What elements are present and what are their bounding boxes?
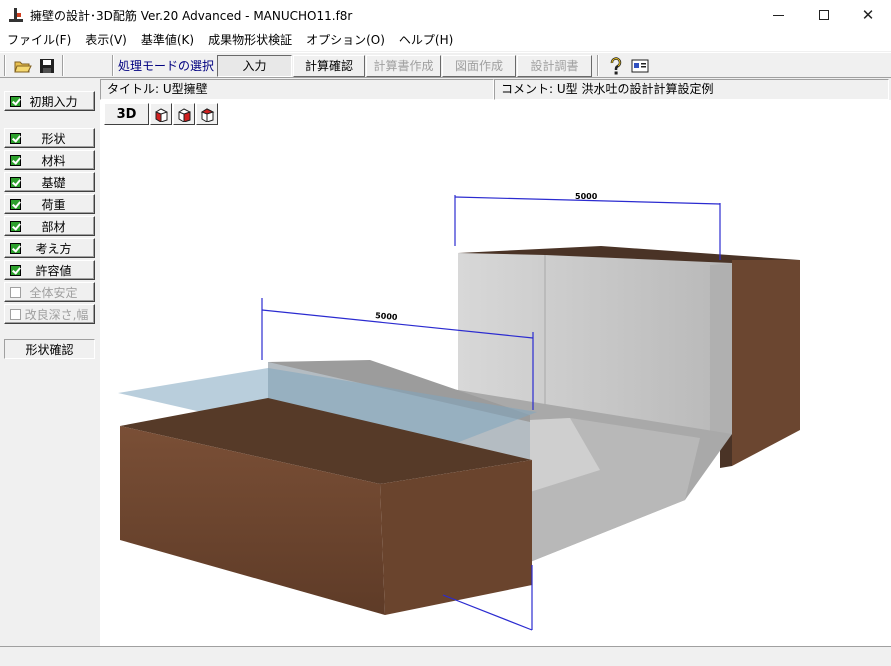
checked-icon <box>10 264 21 276</box>
sidebar-item-approach[interactable]: 考え方 <box>4 238 95 258</box>
front-soil-side <box>380 460 532 615</box>
left-panel: 初期入力 形状 材料 基礎 荷重 部材 考え方 許容値 全体安定 改良深さ,幅 … <box>0 79 100 646</box>
sidebar-item-label: 材料 <box>41 153 66 168</box>
title-bar: 擁壁の設計･3D配筋 Ver.20 Advanced - MANUCHO11.f… <box>0 0 891 30</box>
save-icon[interactable] <box>36 55 58 76</box>
mode-drawing-button[interactable]: 図面作成 <box>442 55 516 77</box>
mode-report-button[interactable]: 計算書作成 <box>366 55 441 77</box>
sidebar-item-shape[interactable]: 形状 <box>4 128 95 148</box>
shape-check-label: 形状確認 <box>25 342 74 357</box>
checked-icon <box>10 198 21 210</box>
info-row: タイトル: U型擁壁 コメント: U型 洪水吐の設計計算設定例 <box>100 79 891 100</box>
sidebar-item-label: 考え方 <box>35 241 72 256</box>
checked-icon <box>10 176 21 188</box>
checked-icon <box>10 132 21 144</box>
toolbar-separator <box>112 55 114 76</box>
sidebar-item-label: 改良深さ,幅 <box>24 307 89 322</box>
sidebar-item-label: 全体安定 <box>29 285 78 300</box>
back-soil-side <box>732 260 800 466</box>
sidebar-item-improvement-depth[interactable]: 改良深さ,幅 <box>4 304 95 324</box>
minimize-button[interactable] <box>755 0 801 30</box>
mode-input-button[interactable]: 入力 <box>217 55 292 77</box>
shape-check-button[interactable]: 形状確認 <box>4 339 95 359</box>
toolbar-separator <box>597 55 599 76</box>
toolbar: 処理モードの選択 入力 計算確認 計算書作成 図面作成 設計調書 <box>0 52 891 78</box>
sidebar-item-foundation[interactable]: 基礎 <box>4 172 95 192</box>
front-width-dimension: 5000 <box>375 311 398 322</box>
sidebar-item-label: 許容値 <box>35 263 72 278</box>
back-width-dimension: 5000 <box>575 192 598 201</box>
sidebar-item-material[interactable]: 材料 <box>4 150 95 170</box>
sidebar-item-label: 初期入力 <box>29 94 78 109</box>
checked-icon <box>10 95 21 107</box>
menu-options[interactable]: オプション(O) <box>299 30 392 51</box>
sidebar-item-initial-input[interactable]: 初期入力 <box>4 91 95 111</box>
close-button[interactable]: ✕ <box>845 0 891 30</box>
menu-deliverable-check[interactable]: 成果物形状検証 <box>201 30 299 51</box>
toolbar-separator <box>4 55 6 76</box>
sidebar-item-label: 基礎 <box>41 175 66 190</box>
menu-standards[interactable]: 基準値(K) <box>134 30 201 51</box>
sidebar-item-label: 荷重 <box>41 197 66 212</box>
unchecked-icon <box>10 308 21 320</box>
menu-view[interactable]: 表示(V) <box>78 30 134 51</box>
menu-file[interactable]: ファイル(F) <box>0 30 78 51</box>
checked-icon <box>10 242 21 254</box>
mode-calc-check-button[interactable]: 計算確認 <box>293 55 365 77</box>
window-title: 擁壁の設計･3D配筋 Ver.20 Advanced - MANUCHO11.f… <box>30 8 353 23</box>
sidebar-item-label: 部材 <box>41 219 66 234</box>
retaining-wall-3d-model: 5000 5000 <box>118 192 800 631</box>
maximize-button[interactable] <box>801 0 847 30</box>
sidebar-item-allowable[interactable]: 許容値 <box>4 260 95 280</box>
sidebar-item-overall-stability[interactable]: 全体安定 <box>4 282 95 302</box>
mode-selection-label: 処理モードの選択 <box>118 59 215 73</box>
app-icon <box>8 7 24 23</box>
sidebar-item-load[interactable]: 荷重 <box>4 194 95 214</box>
toolbar-separator <box>62 55 64 76</box>
help-icon[interactable] <box>605 55 627 76</box>
version-info-icon[interactable] <box>629 55 651 76</box>
open-folder-icon[interactable] <box>12 55 34 76</box>
checked-icon <box>10 220 21 232</box>
sidebar-item-label: 形状 <box>41 131 66 146</box>
sidebar-item-member[interactable]: 部材 <box>4 216 95 236</box>
unchecked-icon <box>10 286 21 298</box>
comment-field: コメント: U型 洪水吐の設計計算設定例 <box>494 79 889 100</box>
mode-design-sheet-button[interactable]: 設計調書 <box>517 55 592 77</box>
checked-icon <box>10 154 21 166</box>
3d-view-canvas[interactable]: 3D 5000 5000 <box>100 100 891 646</box>
menu-help[interactable]: ヘルプ(H) <box>392 30 460 51</box>
menu-bar: ファイル(F) 表示(V) 基準値(K) 成果物形状検証 オプション(O) ヘル… <box>0 30 891 51</box>
title-field: タイトル: U型擁壁 <box>100 79 494 100</box>
status-bar <box>0 646 891 666</box>
